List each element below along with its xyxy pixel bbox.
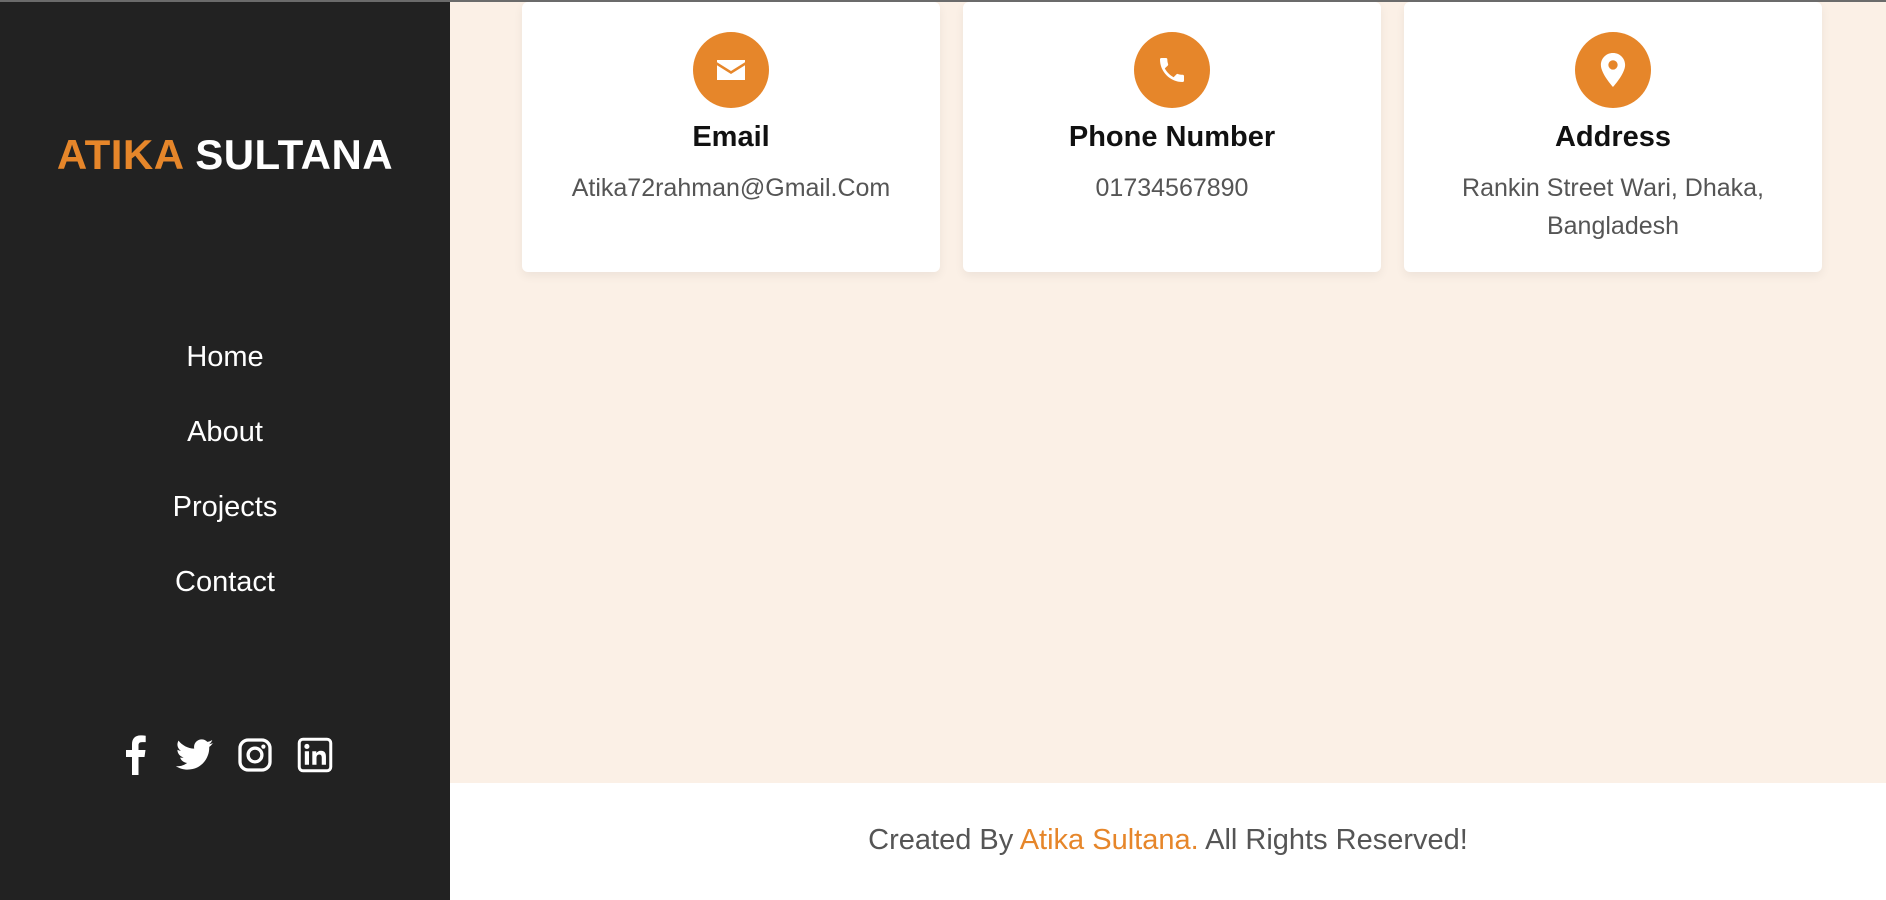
footer: Created By Atika Sultana. All Rights Res… xyxy=(450,783,1886,900)
phone-card-value: 01734567890 xyxy=(1095,174,1249,202)
nav-link-projects[interactable]: Projects xyxy=(173,491,278,524)
nav-item-about: About xyxy=(0,395,450,470)
footer-suffix: All Rights Reserved! xyxy=(1198,824,1468,856)
logo-last-name: SULTANA xyxy=(195,131,394,178)
facebook-icon xyxy=(126,735,146,775)
logo-first-name: ATIKA xyxy=(56,131,184,178)
twitter-link[interactable] xyxy=(176,733,214,777)
instagram-icon xyxy=(238,738,272,772)
address-card: Address Rankin Street Wari, Dhaka, Bangl… xyxy=(1404,2,1822,272)
top-border xyxy=(0,0,1886,2)
phone-card: Phone Number 01734567890 xyxy=(963,2,1381,272)
footer-copyright: Created By Atika Sultana. All Rights Res… xyxy=(450,820,1886,860)
email-card: Email Atika72rahman@Gmail.Com xyxy=(522,2,940,272)
address-card-value: Rankin Street Wari, Dhaka, Bangladesh xyxy=(1462,174,1764,240)
nav-item-contact: Contact xyxy=(0,545,450,620)
footer-prefix: Created By xyxy=(868,824,1020,856)
instagram-link[interactable] xyxy=(236,733,274,777)
map-pin-icon xyxy=(1600,53,1626,87)
address-icon-badge xyxy=(1575,32,1651,108)
address-card-title: Address xyxy=(1554,121,1672,153)
linkedin-icon xyxy=(297,737,333,773)
nav-link-about[interactable]: About xyxy=(187,416,263,449)
phone-card-title: Phone Number xyxy=(1068,121,1276,153)
linkedin-link[interactable] xyxy=(296,733,334,777)
footer-author: Atika Sultana. xyxy=(1019,824,1199,856)
phone-icon xyxy=(1160,58,1184,82)
nav-link-contact[interactable]: Contact xyxy=(175,566,275,599)
nav-item-home: Home xyxy=(0,320,450,395)
email-icon-badge xyxy=(693,32,769,108)
sidebar: ATIKA SULTANA Home About Projects Contac… xyxy=(0,0,450,900)
twitter-icon xyxy=(176,739,214,770)
facebook-link[interactable] xyxy=(116,733,154,777)
email-card-value: Atika72rahman@Gmail.Com xyxy=(571,174,891,202)
nav-link-home[interactable]: Home xyxy=(186,341,263,374)
contact-section: Email Atika72rahman@Gmail.Com Phone Numb… xyxy=(450,0,1886,783)
main-nav: Home About Projects Contact xyxy=(0,320,450,620)
email-card-title: Email xyxy=(692,121,770,153)
envelope-icon xyxy=(717,60,745,80)
site-logo[interactable]: ATIKA SULTANA xyxy=(0,128,450,182)
nav-item-projects: Projects xyxy=(0,470,450,545)
phone-icon-badge xyxy=(1134,32,1210,108)
social-links xyxy=(0,733,450,777)
